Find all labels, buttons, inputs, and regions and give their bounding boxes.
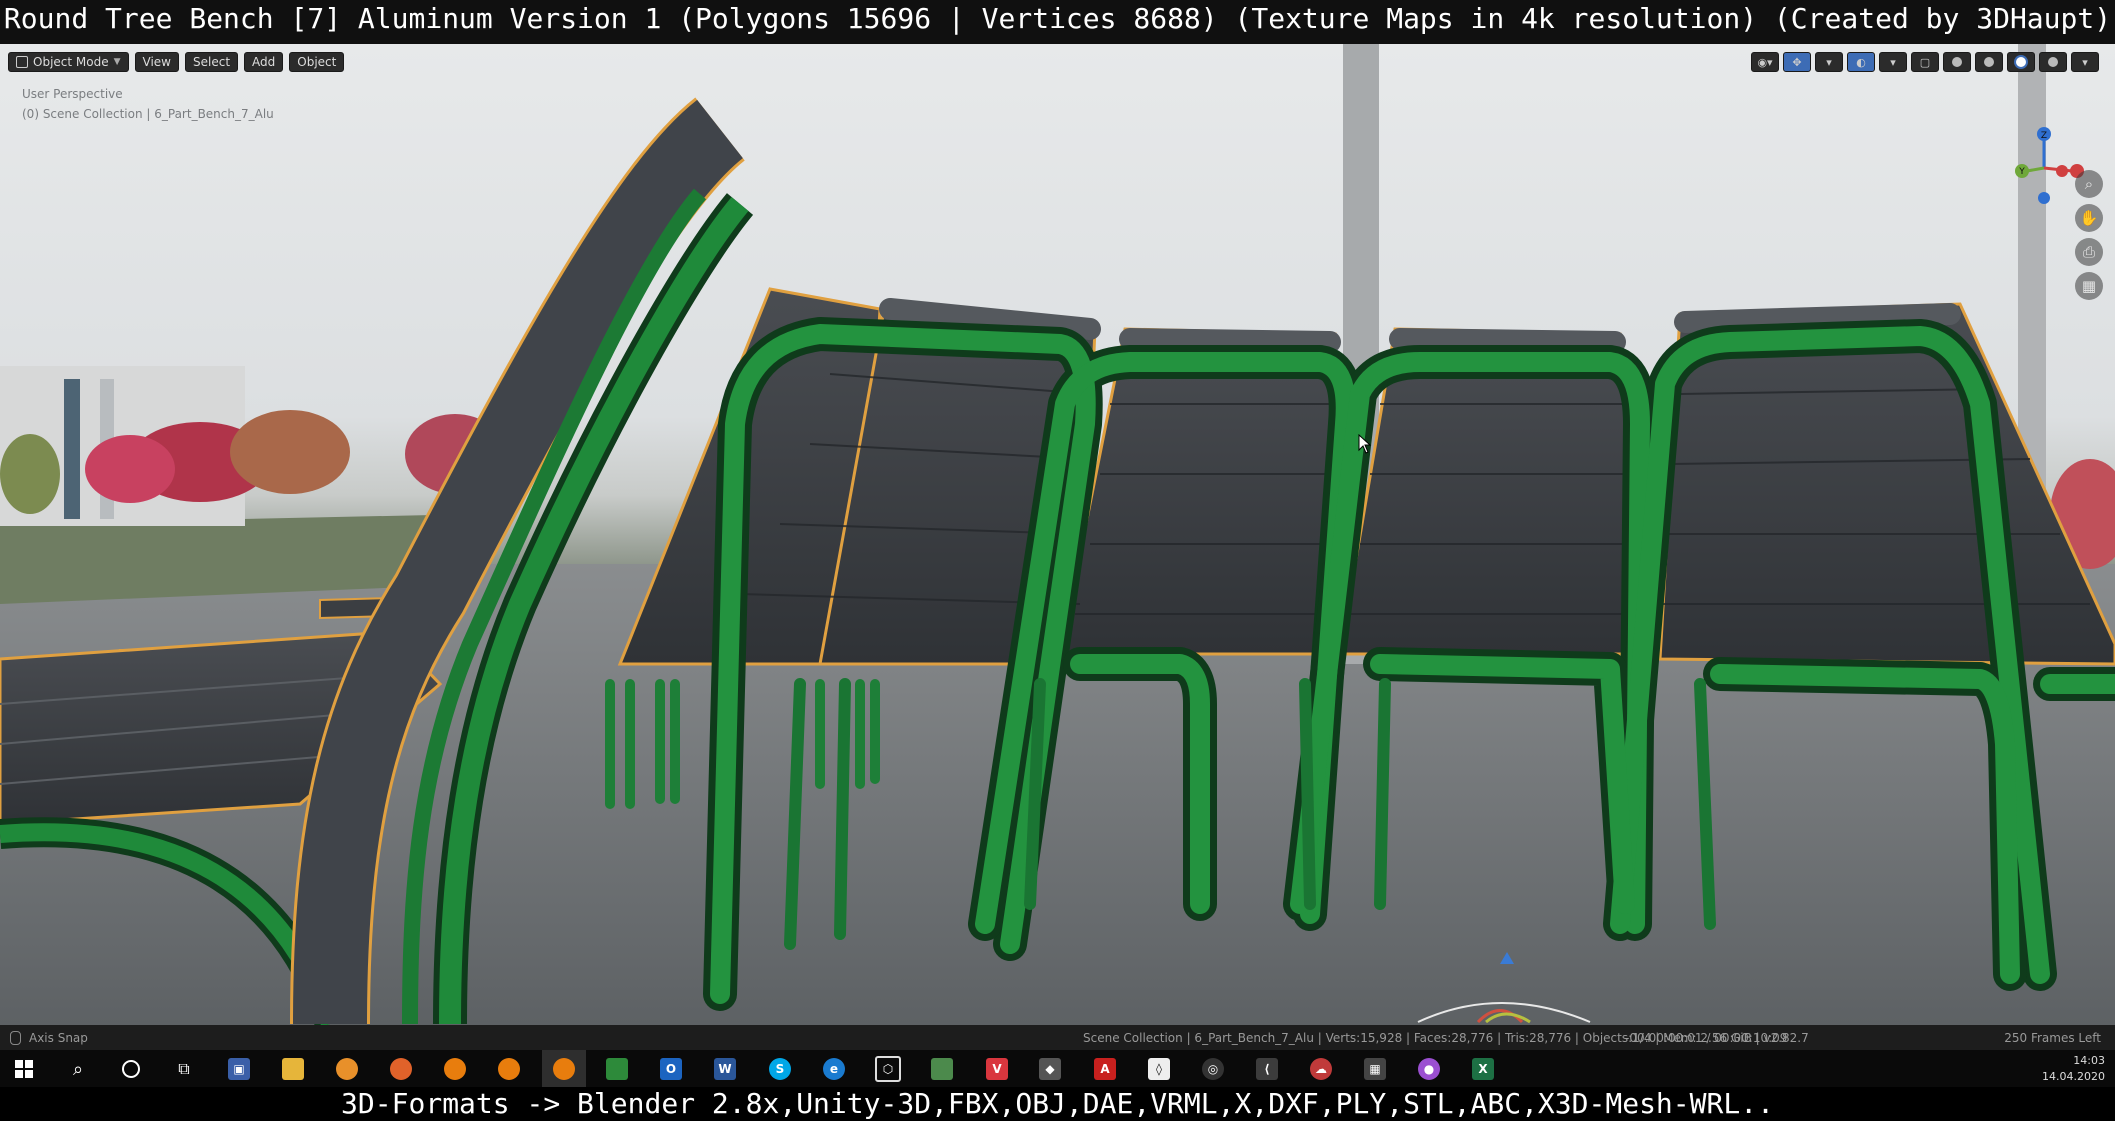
steam-app-icon[interactable]: ◎ (1199, 1055, 1227, 1083)
top-caption-text: Round Tree Bench [7] Aluminum Version 1 … (3, 2, 2112, 35)
cortana-icon[interactable] (117, 1055, 145, 1083)
view-perspective-label: User Perspective (22, 87, 123, 101)
image-app-icon[interactable] (603, 1055, 631, 1083)
object-mode-label: Object Mode (33, 55, 109, 69)
mouse-cursor-icon (1358, 434, 1372, 454)
fire-app-icon[interactable] (333, 1055, 361, 1083)
excel-icon[interactable]: X (1469, 1055, 1497, 1083)
axis-snap-label: Axis Snap (29, 1030, 88, 1045)
overlay-toggle-icon[interactable]: ◐ (1847, 52, 1875, 72)
maps-icon[interactable]: ● (1415, 1055, 1443, 1083)
visibility-icon[interactable]: ◉▾ (1751, 52, 1779, 72)
blender-icon-active[interactable] (550, 1055, 578, 1083)
unity-icon[interactable]: ◊ (1145, 1055, 1173, 1083)
blender-icon-2[interactable] (495, 1055, 523, 1083)
file-explorer-icon[interactable] (279, 1055, 307, 1083)
object-mode-dropdown[interactable]: Object Mode ▼ (8, 52, 129, 72)
outlook-icon[interactable]: O (657, 1055, 685, 1083)
firefox-icon[interactable] (387, 1055, 415, 1083)
solid-shading-icon[interactable] (1975, 52, 2003, 72)
wireframe-shading-icon[interactable] (1943, 52, 1971, 72)
task-view-icon[interactable]: ⧉ (170, 1055, 198, 1083)
overlay-dropdown-icon[interactable]: ▾ (1879, 52, 1907, 72)
top-caption-bar: Round Tree Bench [7] Aluminum Version 1 … (0, 0, 2115, 44)
vivaldi-icon[interactable]: V (983, 1055, 1011, 1083)
vscode-icon[interactable]: ⟨ (1253, 1055, 1281, 1083)
clock-time: 14:03 (2073, 1054, 2105, 1067)
windows-taskbar: ⌕ ⧉ ▣ O W S e ⬡ V ◆ A ◊ ◎ ⟨ ☁ ▦ ● X 14:0… (0, 1050, 2115, 1087)
calculator-icon[interactable]: ▦ (1361, 1055, 1389, 1083)
chevron-down-icon: ▼ (113, 57, 121, 67)
word-icon[interactable]: W (711, 1055, 739, 1083)
view-menu[interactable]: View (134, 52, 179, 72)
skype-icon[interactable]: S (766, 1055, 794, 1083)
start-icon[interactable] (10, 1055, 38, 1083)
object-menu[interactable]: Object (289, 52, 345, 72)
cube-app-icon[interactable]: ⬡ (874, 1055, 902, 1083)
taskbar-clock[interactable]: 14:03 14.04.2020 (2042, 1053, 2105, 1085)
bottom-caption-bar: 3D-Formats -> Blender 2.8x,Unity-3D,FBX,… (0, 1087, 2115, 1120)
grid-icon[interactable]: ▦ (2075, 272, 2103, 300)
app-icon[interactable]: ◆ (1036, 1055, 1064, 1083)
status-left: Axis Snap (10, 1030, 88, 1045)
object-mode-icon (16, 56, 28, 68)
timeline-time: -00:00:00:01 / 00:00:10:09 (1625, 1030, 1788, 1045)
view-collection-label: (0) Scene Collection | 6_Part_Bench_7_Al… (22, 107, 274, 121)
camera-icon[interactable]: ⎙ (2075, 238, 2103, 266)
xray-toggle-icon[interactable]: ▢ (1911, 52, 1939, 72)
cloud-app-icon[interactable]: ☁ (1307, 1055, 1335, 1083)
gizmo-toggle-icon[interactable]: ✥ (1783, 52, 1811, 72)
material-shading-icon[interactable] (2007, 52, 2035, 72)
select-menu[interactable]: Select (185, 52, 239, 72)
navigation-tools: ⌕ ✋ ⎙ ▦ (2075, 170, 2103, 300)
clock-date: 14.04.2020 (2042, 1070, 2105, 1083)
viewport-shading-toolbar: ◉▾ ✥ ▾ ◐ ▾ ▢ ▾ (1751, 52, 2099, 72)
blender-icon[interactable] (441, 1055, 469, 1083)
shading-dropdown-icon[interactable]: ▾ (2071, 52, 2099, 72)
svg-text:Y: Y (2018, 167, 2025, 177)
bench-render (0, 44, 2115, 1025)
svg-text:Z: Z (2041, 131, 2047, 141)
rendered-shading-icon[interactable] (2039, 52, 2067, 72)
edge-icon[interactable]: e (820, 1055, 848, 1083)
frames-left: 250 Frames Left (2004, 1030, 2101, 1045)
green-app-icon[interactable] (928, 1055, 956, 1083)
search-icon[interactable]: ⌕ (64, 1055, 92, 1083)
status-bar: Axis Snap Scene Collection | 6_Part_Benc… (0, 1025, 2115, 1050)
gizmo-dropdown-icon[interactable]: ▾ (1815, 52, 1843, 72)
zoom-icon[interactable]: ⌕ (2075, 170, 2103, 198)
3d-viewport[interactable]: Object Mode ▼ View Select Add Object ◉▾ … (0, 44, 2115, 1025)
save-app-icon[interactable]: ▣ (225, 1055, 253, 1083)
mouse-icon (10, 1030, 21, 1045)
viewport-header: Object Mode ▼ View Select Add Object (8, 52, 345, 72)
bottom-caption-text: 3D-Formats -> Blender 2.8x,Unity-3D,FBX,… (341, 1087, 1774, 1120)
view-info-overlay: User Perspective (0) Scene Collection | … (22, 84, 274, 124)
pan-hand-icon[interactable]: ✋ (2075, 204, 2103, 232)
add-menu[interactable]: Add (244, 52, 284, 72)
acrobat-icon[interactable]: A (1091, 1055, 1119, 1083)
